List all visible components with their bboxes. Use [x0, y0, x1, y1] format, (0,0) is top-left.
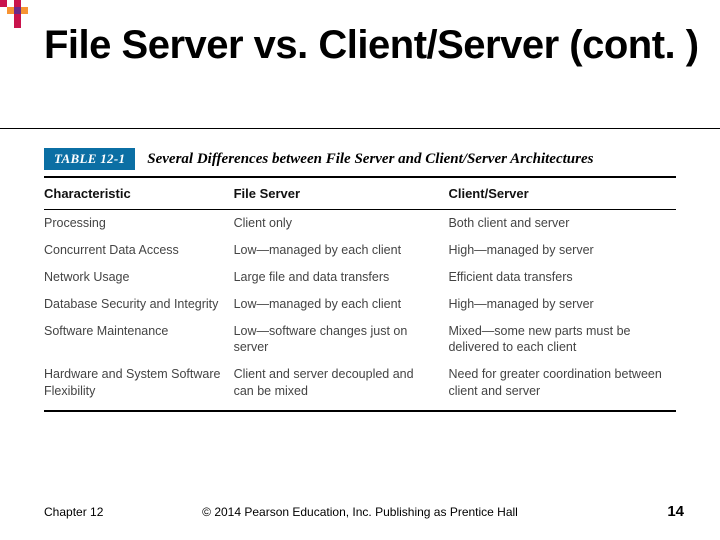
logo-icon	[0, 0, 42, 30]
cell: Hardware and System Software Flexibility	[44, 361, 234, 411]
cell: High—managed by server	[448, 291, 676, 318]
cell: Database Security and Integrity	[44, 291, 234, 318]
cell: High—managed by server	[448, 237, 676, 264]
slide: File Server vs. Client/Server (cont. ) T…	[0, 0, 720, 540]
col-header: Characteristic	[44, 177, 234, 210]
col-header: File Server	[234, 177, 449, 210]
table-row: Software Maintenance Low—software change…	[44, 318, 676, 362]
slide-title: File Server vs. Client/Server (cont. )	[44, 22, 699, 68]
table-heading: TABLE 12-1 Several Differences between F…	[44, 148, 676, 170]
cell: Low—managed by each client	[234, 291, 449, 318]
cell: Efficient data transfers	[448, 264, 676, 291]
cell: Need for greater coordination between cl…	[448, 361, 676, 411]
comparison-table: Characteristic File Server Client/Server…	[44, 176, 676, 412]
title-rule	[0, 128, 720, 129]
table-row: Processing Client only Both client and s…	[44, 210, 676, 237]
cell: Concurrent Data Access	[44, 237, 234, 264]
cell: Both client and server	[448, 210, 676, 237]
table-row: Database Security and Integrity Low—mana…	[44, 291, 676, 318]
table-header-row: Characteristic File Server Client/Server	[44, 177, 676, 210]
cell: Large file and data transfers	[234, 264, 449, 291]
table-label: TABLE 12-1	[44, 148, 135, 170]
cell: Client and server decoupled and can be m…	[234, 361, 449, 411]
table-caption: Several Differences between File Server …	[147, 151, 593, 168]
table-wrap: TABLE 12-1 Several Differences between F…	[44, 148, 676, 412]
cell: Low—software changes just on server	[234, 318, 449, 362]
cell: Network Usage	[44, 264, 234, 291]
col-header: Client/Server	[448, 177, 676, 210]
cell: Client only	[234, 210, 449, 237]
table-row: Network Usage Large file and data transf…	[44, 264, 676, 291]
cell: Mixed—some new parts must be delivered t…	[448, 318, 676, 362]
table-row: Hardware and System Software Flexibility…	[44, 361, 676, 411]
table-row: Concurrent Data Access Low—managed by ea…	[44, 237, 676, 264]
cell: Low—managed by each client	[234, 237, 449, 264]
footer: Chapter 12 © 2014 Pearson Education, Inc…	[0, 503, 720, 520]
cell: Processing	[44, 210, 234, 237]
copyright: © 2014 Pearson Education, Inc. Publishin…	[202, 505, 518, 519]
cell: Software Maintenance	[44, 318, 234, 362]
chapter-label: Chapter 12	[44, 505, 103, 519]
page-number: 14	[667, 503, 684, 520]
